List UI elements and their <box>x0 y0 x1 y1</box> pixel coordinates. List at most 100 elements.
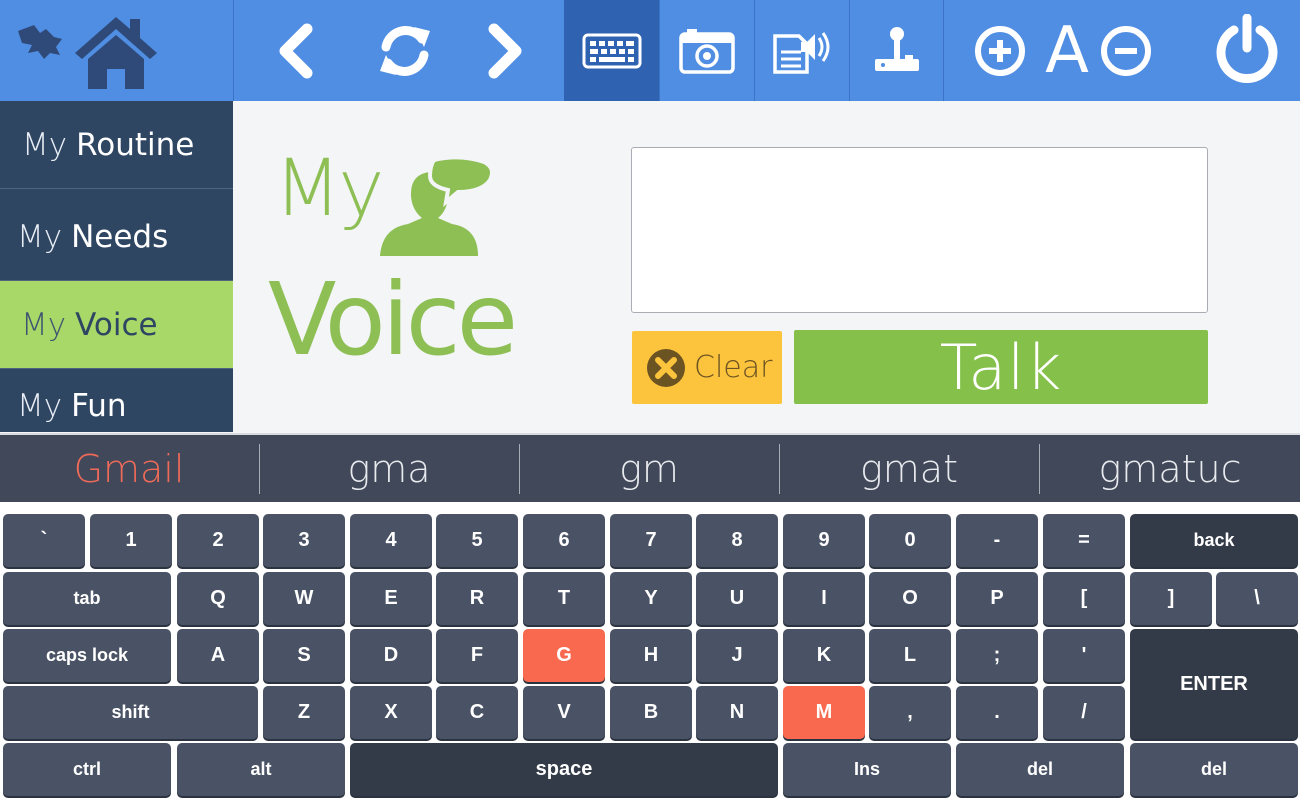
suggestion-item[interactable]: gm <box>520 435 778 502</box>
key-3[interactable]: 3 <box>263 514 345 567</box>
on-screen-keyboard: ` 1 2 3 4 5 6 7 8 9 0 - = back tab Q W E… <box>0 502 1300 800</box>
sidebar-item-prefix: My <box>21 306 67 343</box>
key-backtick[interactable]: ` <box>3 514 85 567</box>
key-equals[interactable]: = <box>1043 514 1125 567</box>
key-0[interactable]: 0 <box>869 514 951 567</box>
key-5[interactable]: 5 <box>436 514 518 567</box>
key-g[interactable]: G <box>523 629 605 682</box>
camera-button[interactable] <box>660 0 754 101</box>
joystick-button[interactable] <box>850 0 944 101</box>
sidebar-item-label: Voice <box>75 306 158 343</box>
refresh-button[interactable] <box>360 0 450 101</box>
sidebar: My Routine My Needs My Voice My Fun <box>0 101 233 432</box>
page-title-my: My <box>274 144 384 234</box>
key-space[interactable]: space <box>350 743 778 796</box>
key-9[interactable]: 9 <box>783 514 865 567</box>
key-v[interactable]: V <box>523 686 605 739</box>
home-button[interactable] <box>10 0 160 101</box>
key-b[interactable]: B <box>610 686 692 739</box>
forward-button[interactable] <box>466 0 546 101</box>
key-2[interactable]: 2 <box>177 514 259 567</box>
suggestion-item[interactable]: gmat <box>780 435 1038 502</box>
key-backslash[interactable]: \ <box>1216 572 1298 625</box>
zoom-out-button[interactable] <box>1096 0 1156 101</box>
suggestion-item[interactable]: gmatuc <box>1040 435 1300 502</box>
key-l[interactable]: L <box>869 629 951 682</box>
key-insert[interactable]: Ins <box>783 743 951 796</box>
key-tab[interactable]: tab <box>3 572 171 625</box>
power-button[interactable] <box>1205 0 1289 101</box>
sidebar-item-fun[interactable]: My Fun <box>0 369 233 432</box>
key-left-bracket[interactable]: [ <box>1043 572 1125 625</box>
sidebar-item-prefix: My <box>22 126 68 163</box>
message-text-area[interactable] <box>631 147 1208 313</box>
key-alt[interactable]: alt <box>177 743 345 796</box>
key-quote[interactable]: ' <box>1043 629 1125 682</box>
key-m[interactable]: M <box>783 686 865 739</box>
zoom-out-icon <box>1101 25 1151 76</box>
key-8[interactable]: 8 <box>696 514 778 567</box>
key-semicolon[interactable]: ; <box>956 629 1038 682</box>
key-f[interactable]: F <box>436 629 518 682</box>
key-delete[interactable]: del <box>1130 743 1298 796</box>
key-j[interactable]: J <box>696 629 778 682</box>
suggestion-item[interactable]: Gmail <box>0 435 258 502</box>
key-h[interactable]: H <box>610 629 692 682</box>
key-s[interactable]: S <box>263 629 345 682</box>
back-button[interactable] <box>255 0 335 101</box>
key-r[interactable]: R <box>436 572 518 625</box>
key-z[interactable]: Z <box>263 686 345 739</box>
sidebar-item-routine[interactable]: My Routine <box>0 101 233 189</box>
talk-button[interactable]: Talk <box>794 330 1208 404</box>
key-comma[interactable]: , <box>869 686 951 739</box>
key-7[interactable]: 7 <box>610 514 692 567</box>
key-e[interactable]: E <box>350 572 432 625</box>
sidebar-item-needs[interactable]: My Needs <box>0 193 233 281</box>
refresh-icon <box>380 25 430 76</box>
clear-button-label: Clear <box>694 350 773 385</box>
sidebar-item-voice[interactable]: My Voice <box>0 281 233 369</box>
key-x[interactable]: X <box>350 686 432 739</box>
butterfly-logo-icon <box>18 24 62 59</box>
speaking-person-icon <box>380 158 494 256</box>
key-right-bracket[interactable]: ] <box>1130 572 1212 625</box>
key-p[interactable]: P <box>956 572 1038 625</box>
key-o[interactable]: O <box>869 572 951 625</box>
keyboard-button[interactable] <box>564 0 659 101</box>
key-y[interactable]: Y <box>610 572 692 625</box>
key-u[interactable]: U <box>696 572 778 625</box>
key-slash[interactable]: / <box>1043 686 1125 739</box>
key-a[interactable]: A <box>177 629 259 682</box>
home-icon <box>75 16 157 89</box>
sidebar-item-label: Needs <box>71 218 169 255</box>
clear-button[interactable]: Clear <box>632 331 782 404</box>
power-icon <box>1216 13 1278 83</box>
key-6[interactable]: 6 <box>523 514 605 567</box>
key-backspace[interactable]: back <box>1130 514 1298 567</box>
forward-arrow-icon <box>488 23 522 78</box>
key-shift[interactable]: shift <box>3 686 258 739</box>
key-4[interactable]: 4 <box>350 514 432 567</box>
key-k[interactable]: K <box>783 629 865 682</box>
key-i[interactable]: I <box>783 572 865 625</box>
key-delete[interactable]: del <box>956 743 1124 796</box>
key-minus[interactable]: - <box>956 514 1038 567</box>
key-n[interactable]: N <box>696 686 778 739</box>
key-d[interactable]: D <box>350 629 432 682</box>
key-1[interactable]: 1 <box>90 514 172 567</box>
key-caps-lock[interactable]: caps lock <box>3 629 171 682</box>
read-aloud-button[interactable] <box>755 0 849 101</box>
sidebar-item-prefix: My <box>17 388 63 424</box>
key-w[interactable]: W <box>263 572 345 625</box>
key-enter[interactable]: ENTER <box>1130 629 1298 739</box>
zoom-in-icon <box>975 25 1025 76</box>
key-t[interactable]: T <box>523 572 605 625</box>
zoom-in-button[interactable] <box>970 0 1030 101</box>
top-toolbar: A <box>0 0 1300 101</box>
key-c[interactable]: C <box>436 686 518 739</box>
key-ctrl[interactable]: ctrl <box>3 743 171 796</box>
suggestion-item[interactable]: gma <box>260 435 518 502</box>
clear-x-icon <box>647 348 685 387</box>
key-period[interactable]: . <box>956 686 1038 739</box>
key-q[interactable]: Q <box>177 572 259 625</box>
